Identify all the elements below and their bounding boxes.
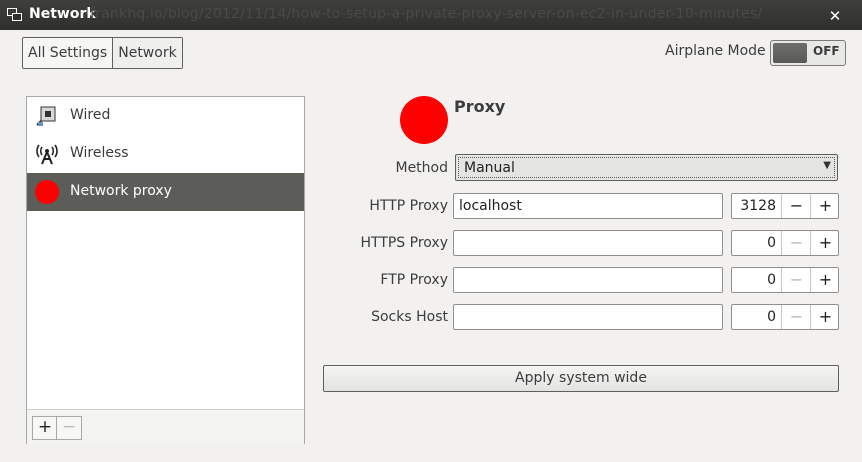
socks-port-spinner[interactable]: 0 − + [731,304,839,330]
http-proxy-host-input[interactable] [453,193,723,219]
https-proxy-host-input[interactable] [453,230,723,256]
http-proxy-port-spinner[interactable]: 3128 − + [731,193,839,219]
decrement-button[interactable]: − [781,305,811,329]
window-title: Network [29,6,96,22]
breadcrumb-all-settings[interactable]: All Settings [23,38,112,68]
sidebar-item-label: Network proxy [70,183,172,199]
decrement-button[interactable]: − [781,231,811,255]
increment-button[interactable]: + [810,305,840,329]
socks-host-label: Socks Host [371,309,448,325]
sidebar-item-label: Wired [70,107,111,123]
breadcrumb: All Settings Network [22,37,183,69]
https-proxy-port-spinner[interactable]: 0 − + [731,230,839,256]
switch-knob[interactable] [773,43,807,63]
increment-button[interactable]: + [810,194,840,218]
port-value: 0 [767,309,776,325]
page-title: Proxy [454,97,506,116]
airplane-mode-state: OFF [813,44,840,58]
window-titlebar: Network frankhq.io/blog/2012/11/14/how-t… [0,0,862,30]
decrement-button[interactable]: − [781,268,811,292]
apply-system-wide-button[interactable]: Apply system wide [323,365,839,392]
https-proxy-label: HTTPS Proxy [360,235,448,251]
wired-network-icon [36,106,56,126]
port-value: 0 [767,235,776,251]
port-value: 3128 [740,198,776,214]
http-proxy-label: HTTP Proxy [369,198,448,214]
ftp-proxy-host-input[interactable] [453,267,723,293]
increment-button[interactable]: + [810,268,840,292]
proxy-red-dot-icon [400,96,448,144]
list-toolbar: + − [27,409,304,444]
method-dropdown[interactable]: Manual ▼ [455,154,838,181]
add-device-button[interactable]: + [32,416,58,440]
chevron-down-icon: ▼ [823,160,831,171]
increment-button[interactable]: + [810,231,840,255]
network-window-icon [7,8,22,21]
device-list: Wired Wireless Network proxy + − [26,96,305,444]
airplane-mode-label: Airplane Mode [665,43,766,59]
sidebar-item-label: Wireless [70,145,129,161]
port-value: 0 [767,272,776,288]
remove-device-button[interactable]: − [56,416,82,440]
method-label: Method [395,160,448,176]
ftp-proxy-port-spinner[interactable]: 0 − + [731,267,839,293]
ftp-proxy-label: FTP Proxy [380,272,448,288]
socks-host-input[interactable] [453,304,723,330]
breadcrumb-network[interactable]: Network [112,38,182,68]
sidebar-item-wired[interactable]: Wired [27,97,304,135]
method-value: Manual [464,160,515,176]
wireless-antenna-icon [36,144,58,165]
sidebar-item-network-proxy[interactable]: Network proxy [27,173,304,211]
decrement-button[interactable]: − [781,194,811,218]
close-icon[interactable]: ✕ [826,7,844,25]
background-url-text: frankhq.io/blog/2012/11/14/how-to-setup-… [90,6,763,22]
red-dot-icon [35,180,59,204]
sidebar-item-wireless[interactable]: Wireless [27,135,304,173]
airplane-mode-switch[interactable]: OFF [770,40,846,66]
